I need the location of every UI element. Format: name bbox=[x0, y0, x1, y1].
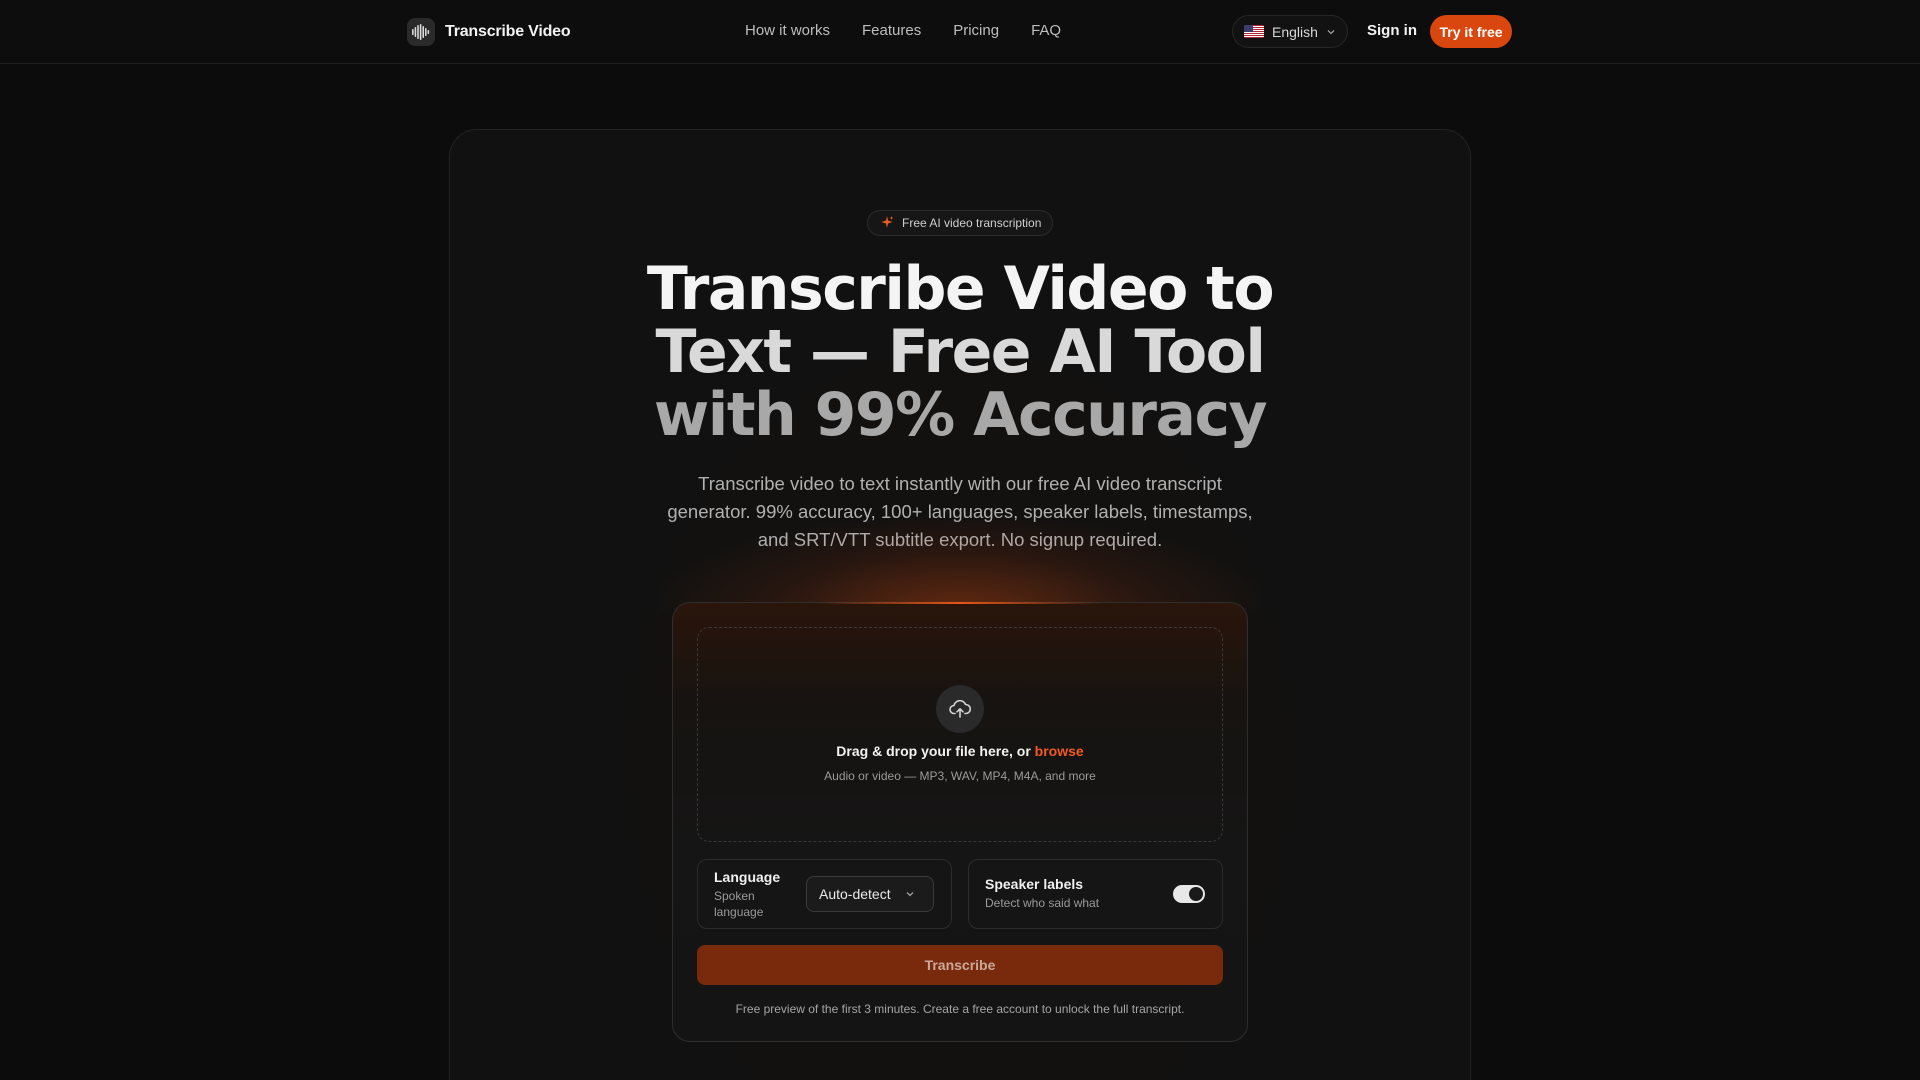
top-navbar: Transcribe Video How it works Features P… bbox=[0, 0, 1920, 64]
headline-line-3: with 99% Accuracy bbox=[653, 380, 1268, 450]
transcribe-button[interactable]: Transcribe bbox=[697, 945, 1223, 985]
brand-name: Transcribe Video bbox=[445, 23, 571, 40]
sign-in-link[interactable]: Sign in bbox=[1367, 22, 1417, 39]
language-option-title: Language bbox=[714, 869, 781, 885]
hero-badge: Free AI video transcription bbox=[867, 210, 1053, 236]
panel-accent-line bbox=[816, 602, 1104, 604]
file-dropzone[interactable] bbox=[697, 627, 1223, 842]
dropzone-title: Drag & drop your file here, or browse bbox=[697, 743, 1223, 759]
language-selector[interactable]: English bbox=[1232, 15, 1348, 48]
brand-link[interactable]: Transcribe Video bbox=[407, 18, 571, 46]
nav-link-faq[interactable]: FAQ bbox=[1031, 22, 1061, 39]
dropzone-prompt: Drag & drop your file here, or bbox=[836, 743, 1035, 759]
headline-line-2: Text — Free AI Tool bbox=[655, 317, 1266, 387]
speaker-labels-toggle[interactable] bbox=[1173, 885, 1205, 903]
toggle-knob bbox=[1189, 887, 1203, 901]
us-flag-icon bbox=[1244, 25, 1264, 38]
waveform-icon bbox=[407, 18, 435, 46]
badge-label: Free AI video transcription bbox=[902, 216, 1042, 230]
try-it-free-button[interactable]: Try it free bbox=[1430, 15, 1512, 48]
supported-formats: Audio or video — MP3, WAV, MP4, M4A, and… bbox=[824, 769, 1096, 783]
language-option-subtitle: Spoken language bbox=[714, 889, 764, 919]
speaker-labels-subtitle: Detect who said what bbox=[985, 896, 1100, 910]
nav-link-how-it-works[interactable]: How it works bbox=[745, 22, 830, 39]
nav-link-pricing[interactable]: Pricing bbox=[953, 22, 999, 39]
chevron-down-icon bbox=[905, 886, 915, 902]
language-select-value: Auto-detect bbox=[819, 886, 891, 902]
preview-footnote: Free preview of the first 3 minutes. Cre… bbox=[735, 1002, 1185, 1016]
page-title: Transcribe Video to Text — Free AI Tool … bbox=[560, 258, 1360, 447]
browse-link[interactable]: browse bbox=[1035, 743, 1084, 759]
headline-line-1: Transcribe Video to bbox=[646, 254, 1275, 324]
language-select[interactable]: Auto-detect bbox=[806, 876, 934, 912]
hero-subtitle: Transcribe video to text instantly with … bbox=[667, 473, 1253, 550]
sparkle-icon bbox=[880, 215, 894, 232]
chevron-down-icon bbox=[1326, 24, 1336, 40]
cloud-upload-icon[interactable] bbox=[936, 685, 984, 733]
main-nav: How it works Features Pricing FAQ bbox=[745, 22, 1061, 39]
nav-link-features[interactable]: Features bbox=[862, 22, 921, 39]
speaker-labels-title: Speaker labels bbox=[985, 876, 1084, 892]
language-label: English bbox=[1272, 23, 1318, 40]
